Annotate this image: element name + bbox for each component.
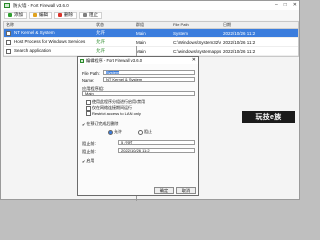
row-path: System: [173, 30, 189, 36]
option-lan-only[interactable]: Restrict access to LAN only: [86, 111, 141, 116]
app-icon: [4, 3, 10, 8]
allow-radio[interactable]: 允许: [108, 129, 122, 135]
maximize-icon[interactable]: □: [284, 2, 287, 8]
watermark-logo: 玩技e族: [242, 111, 295, 123]
toolbar: 添加 编辑 删除 阻止: [1, 10, 299, 20]
dialog-app-icon: [80, 58, 84, 63]
option-checkbox[interactable]: [86, 105, 91, 111]
time-select-1[interactable]: 5 小时: [118, 140, 195, 145]
add-icon: [8, 13, 12, 17]
table-row[interactable]: Host Process for Windows Services 允许 Mai…: [4, 38, 298, 47]
column-header-state[interactable]: 状态: [94, 22, 134, 28]
row-state: 允许: [96, 30, 105, 35]
delete-button[interactable]: 删除: [54, 11, 77, 19]
schedule-option[interactable]: ✔ 在预订完成后删除: [82, 121, 118, 127]
option-checkbox[interactable]: [86, 111, 91, 116]
cancel-button[interactable]: 取消: [176, 187, 196, 194]
time-label-2: 阻止前:: [82, 149, 96, 154]
dialog-close-icon[interactable]: ✕: [192, 57, 196, 63]
row-checkbox[interactable]: [6, 39, 11, 45]
row-state: 允许: [96, 39, 105, 44]
table-row[interactable]: Search application 允许 Main C:\windows\sy…: [4, 47, 298, 56]
time-label-1: 阻止前:: [82, 141, 96, 146]
time-input-2[interactable]: 2022/10/26 11:2: [118, 148, 195, 153]
column-header-path[interactable]: File Path: [171, 22, 221, 28]
column-header-date[interactable]: 日期: [221, 22, 298, 28]
row-checkbox[interactable]: [6, 48, 11, 54]
main-window: 防火墙 - Fort Firewall v3.6.0 – □ ✕ 添加 编辑 删…: [0, 0, 300, 201]
edit-button[interactable]: 编辑: [29, 11, 52, 19]
table-row[interactable]: NT Kernel & System 允许 Main System 2022/1…: [4, 29, 298, 38]
group-select[interactable]: Main: [82, 91, 195, 96]
row-group: Main: [136, 39, 146, 45]
table-header: 名称 状态 群组 File Path 日期: [4, 22, 298, 29]
check-icon: ✔: [82, 158, 86, 164]
enabled-option[interactable]: ✔ 启用: [82, 158, 94, 164]
file-path-label: File Path:: [82, 71, 100, 76]
row-group: Main: [136, 48, 146, 54]
ok-button[interactable]: 确定: [154, 187, 174, 194]
check-icon: ✔: [82, 121, 86, 127]
close-icon[interactable]: ✕: [293, 2, 297, 8]
minimize-icon[interactable]: –: [275, 2, 278, 8]
name-input[interactable]: NT Kernel & System: [103, 77, 195, 82]
window-title: 防火墙 - Fort Firewall v3.6.0: [13, 2, 69, 8]
row-path: C:\windows\systemapps\...\searchapp.exe: [173, 48, 221, 54]
window-controls: – □ ✕: [275, 2, 297, 8]
radio-icon: [108, 129, 113, 135]
row-date: 2022/10/26 11:2: [223, 48, 256, 54]
edit-program-dialog: 编辑程序 - Fort Firewall v3.6.0 ✕ File Path:…: [77, 56, 199, 196]
title-bar: 防火墙 - Fort Firewall v3.6.0 – □ ✕: [1, 1, 299, 10]
delete-icon: [58, 13, 62, 17]
block-radio[interactable]: 阻止: [138, 129, 152, 135]
file-path-input[interactable]: System: [103, 70, 195, 75]
name-label: Name:: [82, 78, 95, 83]
option-checkbox[interactable]: [86, 99, 91, 105]
row-group: Main: [136, 30, 146, 36]
column-header-group[interactable]: 群组: [134, 22, 171, 28]
dialog-title-bar: 编辑程序 - Fort Firewall v3.6.0 ✕: [78, 57, 198, 64]
row-date: 2022/10/26 11:2: [223, 30, 256, 36]
block-icon: [83, 13, 87, 17]
radio-icon: [138, 129, 143, 135]
edit-icon: [33, 13, 37, 17]
add-button[interactable]: 添加: [4, 11, 27, 19]
programs-table: 名称 状态 群组 File Path 日期 NT Kernel & System…: [3, 21, 299, 57]
dialog-title: 编辑程序 - Fort Firewall v3.6.0: [86, 57, 143, 63]
row-path: C:\Windows\System32\svchost.exe: [173, 39, 221, 45]
block-button[interactable]: 阻止: [79, 11, 102, 19]
row-state: 允许: [96, 48, 105, 53]
column-header-name[interactable]: 名称: [4, 22, 94, 28]
row-checkbox[interactable]: [6, 30, 11, 36]
row-date: 2022/10/26 11:2: [223, 39, 256, 45]
